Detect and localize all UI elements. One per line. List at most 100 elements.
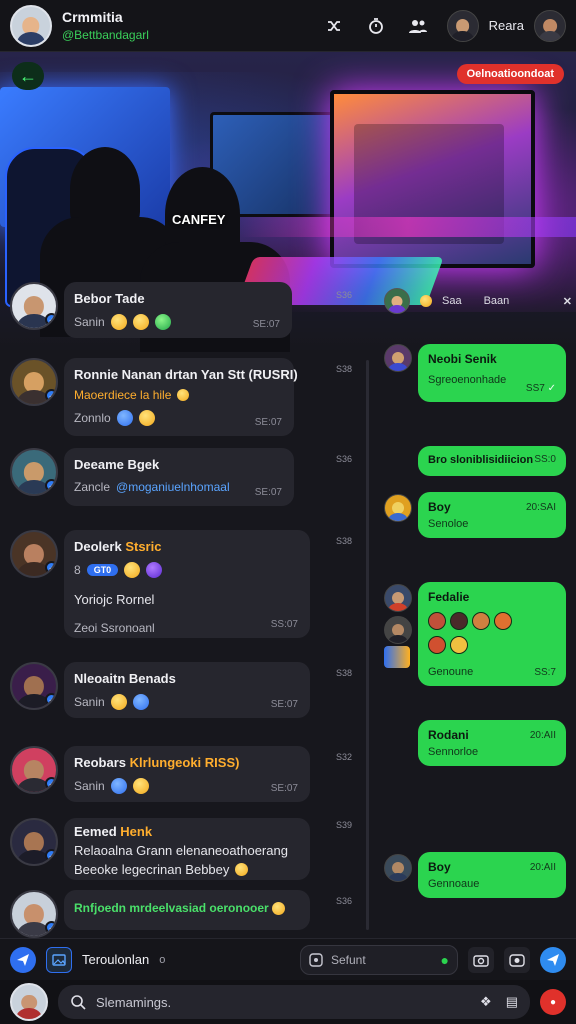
send-button[interactable] <box>540 946 566 973</box>
close-icon[interactable]: ✕ <box>563 295 572 308</box>
contact-avatar[interactable]: ✓ <box>10 746 58 794</box>
group-icon[interactable] <box>405 13 431 39</box>
sender-avatar[interactable] <box>384 616 412 644</box>
message-time: SS7 ✓ <box>526 383 556 394</box>
chat-preview: Sanin <box>74 778 300 794</box>
my-avatar[interactable] <box>10 983 48 1021</box>
composer-search[interactable]: Sefunt ● <box>300 944 458 975</box>
scrollbar[interactable] <box>366 360 369 930</box>
sticker-icon[interactable] <box>428 612 446 630</box>
bubble[interactable]: Rodani Sennorloe 20:AII <box>418 720 566 766</box>
contact-avatar[interactable]: ✓ <box>10 358 58 406</box>
contact-avatar[interactable]: ✓ <box>10 890 58 938</box>
profile-avatar[interactable] <box>10 4 52 47</box>
header-user-avatar[interactable] <box>446 9 479 42</box>
chat-item[interactable]: ✓ Bebor Tade Sanin SE:07 <box>10 282 292 338</box>
bubble[interactable]: Bro sloniblisidiicion SS:0 <box>418 446 566 476</box>
share-icon[interactable]: ▤ <box>506 994 518 1010</box>
header-user-avatar-2[interactable] <box>534 9 566 42</box>
contact-avatar[interactable]: ✓ <box>10 818 58 866</box>
unread-count: S38 <box>336 668 353 678</box>
chat-card[interactable]: Ronnie Nanan drtan Yan Stt (RUSRI) Maoer… <box>64 358 298 436</box>
record-icon[interactable]: ● <box>540 989 566 1015</box>
chat-card[interactable]: Bebor Tade Sanin SE:07 <box>64 282 292 338</box>
message-bubble[interactable]: Boy Senoloe 20:SAI <box>418 492 566 538</box>
chat-item[interactable]: ✓ Deeame Bgek Zancle @moganiuelnhomaal S… <box>10 448 294 506</box>
sticker-icon[interactable] <box>428 636 446 654</box>
sticker-icon[interactable] <box>472 612 490 630</box>
sender-avatar[interactable] <box>384 854 412 882</box>
camera-icon[interactable] <box>468 946 494 973</box>
right-header-strip: Saa Baan ✕ <box>380 286 576 316</box>
chat-item[interactable]: ✓ Ronnie Nanan drtan Yan Stt (RUSRI) Mao… <box>10 358 298 436</box>
composer-placeholder: Sefunt <box>331 952 366 967</box>
chat-time: SE:07 <box>270 783 298 794</box>
chat-preview: Sanin <box>74 694 300 710</box>
search-icon <box>71 995 86 1010</box>
bottom-bar: Slemamings. ❖ ▤ ● <box>0 980 576 1024</box>
contact-avatar[interactable]: ✓ <box>10 662 58 710</box>
timer-icon[interactable] <box>363 13 389 39</box>
contact-avatar[interactable]: ✓ <box>10 282 58 330</box>
chat-item[interactable]: ✓ Eemed Henk Relaoalna Grann elenaneoath… <box>10 818 310 880</box>
verified-icon: ✓ <box>45 849 56 862</box>
chat-preview: Yoriojc Rornel <box>74 592 155 607</box>
chat-item[interactable]: ✓ Rnfjoedn mrdeelvasiad oeronooer <box>10 890 310 938</box>
preview-text: Sanin <box>74 315 105 329</box>
filter-icon[interactable]: ❖ <box>480 994 492 1010</box>
mic-icon[interactable]: ● <box>441 952 449 968</box>
contact-name: Rnfjoedn mrdeelvasiad oeronooer <box>74 901 300 916</box>
contact-avatar[interactable]: ✓ <box>10 448 58 496</box>
sticker-icon[interactable] <box>309 952 323 967</box>
sticker-row <box>428 636 556 654</box>
chat-card[interactable]: Nleoaitn Benads Sanin SE:07 <box>64 662 310 718</box>
bubble[interactable]: Boy Gennoaue 20:AII <box>418 852 566 898</box>
message-title: Fedalie <box>428 590 470 604</box>
sticker-icon[interactable] <box>450 636 468 654</box>
bubble[interactable]: Fedalie Genoune SS:7 <box>418 582 566 686</box>
message-bubble[interactable]: Fedalie Genoune SS:7 <box>418 582 566 686</box>
bottom-search-input[interactable]: Slemamings. ❖ ▤ <box>58 985 530 1019</box>
emoji-icon <box>235 863 249 876</box>
send-icon[interactable] <box>10 946 36 973</box>
message-bubble[interactable]: Bro sloniblisidiicion SS:0 <box>418 446 566 476</box>
sticker-icon[interactable] <box>450 612 468 630</box>
chat-card[interactable]: Rnfjoedn mrdeelvasiad oeronooer <box>64 890 310 930</box>
live-badge[interactable]: Oelnoatioondoat <box>456 64 564 84</box>
chat-card[interactable]: Deeame Bgek Zancle @moganiuelnhomaal SE:… <box>64 448 294 506</box>
chat-card[interactable]: Eemed Henk Relaoalna Grann elenaneoathoe… <box>64 818 310 880</box>
shuffle-icon[interactable] <box>321 13 347 39</box>
contact-name-accent: Klrlungeoki RISS) <box>129 755 240 770</box>
chat-card[interactable]: Reobars Klrlungeoki RISS) Sanin SE:07 <box>64 746 310 802</box>
message-bubble[interactable]: Neobi Senik Sgreoenonhade SS7 ✓ <box>418 344 566 402</box>
emoji-icon <box>132 694 149 710</box>
chat-item[interactable]: ✓ Reobars Klrlungeoki RISS) Sanin SE:07 <box>10 746 310 802</box>
message-bubble[interactable]: Rodani Sennorloe 20:AII <box>418 720 566 766</box>
media-thumbnail[interactable] <box>384 646 410 668</box>
desk-glow <box>240 217 576 237</box>
message-time: 20:SAI <box>525 502 556 513</box>
header-titles: Crmmitia @Bettbandagarl <box>62 9 149 42</box>
emoji-icon <box>124 562 141 578</box>
image-icon[interactable] <box>46 946 72 973</box>
chat-card[interactable]: Deolerk Stsric 8 GT0 Yoriojc Rornel Zeoi… <box>64 530 310 638</box>
back-arrow-icon[interactable]: ← <box>12 62 44 90</box>
sticker-icon[interactable] <box>494 612 512 630</box>
contact-name: Bebor Tade <box>74 291 145 306</box>
message-time: SS:0 <box>534 454 556 465</box>
contact-avatar[interactable]: ✓ <box>10 530 58 578</box>
message-bubble[interactable]: Boy Gennoaue 20:AII <box>418 852 566 898</box>
chat-item[interactable]: ✓ Deolerk Stsric 8 GT0 Yoriojc Rornel Ze… <box>10 530 310 638</box>
chat-item[interactable]: ✓ Nleoaitn Benads Sanin SE:07 <box>10 662 310 718</box>
capture-icon[interactable] <box>504 946 530 973</box>
sender-avatar[interactable] <box>384 584 412 612</box>
contact-name: Eemed Henk <box>74 824 300 839</box>
sender-avatar[interactable] <box>384 344 412 372</box>
sender-avatar[interactable] <box>384 494 412 522</box>
message-sub: Genoune <box>428 666 474 678</box>
strip-avatar[interactable] <box>384 288 410 314</box>
bubble[interactable]: Neobi Senik Sgreoenonhade SS7 ✓ <box>418 344 566 402</box>
preview-mention[interactable]: @moganiuelnhomaal <box>116 480 230 494</box>
bubble[interactable]: Boy Senoloe 20:SAI <box>418 492 566 538</box>
header-user[interactable]: Reara <box>446 9 566 42</box>
